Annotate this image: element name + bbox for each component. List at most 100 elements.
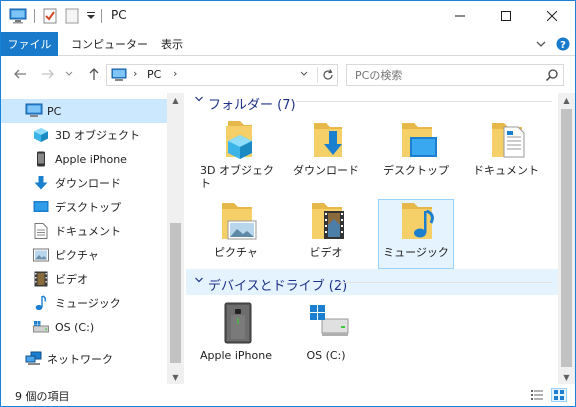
download-icon — [32, 174, 50, 192]
scroll-up-arrow-icon[interactable]: ▲ — [167, 93, 184, 107]
scroll-down-arrow-icon[interactable]: ▼ — [167, 370, 184, 384]
nav-item-pc[interactable]: PC — [1, 99, 168, 123]
folder-videos[interactable]: ビデオ — [288, 199, 364, 269]
status-bar: 9 個の項目 — [1, 384, 575, 406]
folders-group-header[interactable]: フォルダー (7) — [186, 88, 558, 114]
back-arrow-icon[interactable] — [11, 65, 29, 83]
title-separator-2 — [101, 9, 102, 23]
svg-text:?: ? — [560, 40, 566, 51]
address-separator-chevron-icon[interactable]: › — [133, 67, 137, 80]
nav-item-documents[interactable]: ドキュメント — [1, 219, 168, 243]
ribbon-tabs: ファイル コンピューター 表示 ? — [1, 32, 575, 56]
content-scrollbar[interactable]: ▲ ▼ — [558, 93, 575, 384]
scroll-down-arrow-icon[interactable]: ▼ — [558, 370, 575, 384]
nav-item-music[interactable]: ミュージック — [1, 291, 168, 315]
3d-objects-folder-icon — [218, 117, 258, 161]
tab-view[interactable]: 表示 — [161, 32, 183, 56]
devices-group-title: デバイスとドライブ (2) — [208, 279, 348, 294]
folder-music[interactable]: ミュージック — [378, 199, 454, 269]
folder-3d-objects[interactable]: 3D オブジェクト — [198, 117, 274, 190]
nav-item-videos[interactable]: ビデオ — [1, 267, 168, 291]
tab-file[interactable]: ファイル — [1, 32, 58, 56]
customize-toolbar-dropdown-icon[interactable] — [85, 7, 97, 25]
pictures-folder-icon — [218, 199, 258, 243]
up-arrow-icon[interactable] — [85, 65, 103, 83]
large-icons-view-icon[interactable] — [551, 388, 567, 402]
scrollbar-thumb[interactable] — [170, 223, 181, 363]
nav-item-label: ネットワーク — [47, 353, 113, 366]
address-dropdown-icon[interactable] — [299, 69, 309, 82]
group-divider — [338, 282, 552, 283]
title-bar: PC — [1, 1, 575, 32]
item-count-text: 9 個の項目 — [15, 390, 70, 403]
nav-item-label: OS (C:) — [55, 320, 95, 334]
pictures-icon — [32, 246, 50, 264]
navigation-pane-scrollbar[interactable]: ▲ ▼ — [167, 93, 184, 384]
search-box[interactable] — [346, 64, 564, 86]
folder-pictures[interactable]: ピクチャ — [198, 199, 274, 269]
folders-group-title: フォルダー (7) — [208, 98, 296, 113]
device-apple-iphone[interactable]: Apple iPhone — [198, 301, 274, 371]
folder-label: ミュージック — [383, 246, 449, 259]
documents-icon — [32, 222, 50, 240]
drive-icon — [32, 318, 50, 336]
search-input[interactable] — [355, 68, 535, 82]
nav-item-pictures[interactable]: ピクチャ — [1, 243, 168, 267]
collapse-group-chevron-icon[interactable] — [194, 275, 204, 288]
collapse-group-chevron-icon[interactable] — [194, 94, 204, 107]
nav-item-label: Apple iPhone — [55, 152, 127, 166]
title-separator — [34, 9, 35, 23]
folder-label: ダウンロード — [293, 164, 359, 177]
nav-item-label: PC — [47, 104, 62, 118]
nav-item-label: 3D オブジェクト — [55, 129, 140, 142]
nav-item-os-drive[interactable]: OS (C:) — [1, 315, 168, 339]
nav-item-3d-objects[interactable]: 3D オブジェクト — [1, 123, 168, 147]
window-title: PC — [111, 8, 127, 22]
new-folder-icon[interactable] — [64, 7, 80, 25]
nav-item-desktop[interactable]: デスクトップ — [1, 195, 168, 219]
videos-icon — [32, 270, 50, 288]
devices-group-header[interactable]: デバイスとドライブ (2) — [186, 269, 558, 295]
folder-downloads[interactable]: ダウンロード — [288, 117, 364, 187]
nav-item-label: ミュージック — [55, 297, 121, 310]
refresh-icon[interactable] — [317, 67, 337, 83]
nav-item-network[interactable]: ネットワーク — [1, 347, 168, 371]
scroll-up-arrow-icon[interactable]: ▲ — [558, 93, 575, 107]
expand-ribbon-icon[interactable] — [533, 36, 549, 52]
pc-icon — [25, 102, 43, 120]
music-icon — [32, 294, 50, 312]
address-chevron-icon[interactable]: › — [173, 67, 177, 80]
help-icon[interactable]: ? — [555, 36, 571, 52]
folder-label: ピクチャ — [214, 246, 258, 259]
breadcrumb-pc[interactable]: PC — [147, 68, 161, 81]
maximize-button[interactable] — [483, 1, 529, 31]
minimize-button[interactable] — [437, 1, 483, 31]
desktop-folder-icon — [398, 117, 438, 161]
device-label: Apple iPhone — [200, 349, 272, 362]
nav-item-downloads[interactable]: ダウンロード — [1, 171, 168, 195]
nav-item-label: ビデオ — [55, 273, 88, 286]
desktop-icon — [32, 198, 50, 216]
pc-window-icon[interactable] — [9, 7, 27, 25]
nav-item-label: ドキュメント — [55, 225, 121, 238]
nav-item-label: ダウンロード — [55, 177, 121, 190]
folder-desktop[interactable]: デスクトップ — [378, 117, 454, 187]
search-icon[interactable] — [545, 68, 559, 85]
pc-address-icon — [111, 67, 127, 86]
properties-icon[interactable] — [41, 7, 59, 25]
details-view-icon[interactable] — [529, 388, 545, 402]
address-bar[interactable]: › PC › — [106, 64, 338, 86]
folder-documents[interactable]: ドキュメント — [468, 117, 544, 187]
explorer-window: PC ファイル コンピューター 表示 ? › PC › PCの検索 PC 3D … — [0, 0, 576, 407]
folder-label: ビデオ — [309, 246, 343, 259]
device-os-drive[interactable]: OS (C:) — [288, 301, 364, 371]
recent-locations-chevron-icon[interactable] — [63, 65, 75, 83]
nav-item-apple-iphone[interactable]: Apple iPhone — [1, 147, 168, 171]
close-button[interactable] — [529, 1, 575, 31]
documents-folder-icon — [488, 117, 528, 161]
scrollbar-thumb[interactable] — [561, 109, 572, 367]
tab-computer[interactable]: コンピューター — [71, 32, 148, 56]
folder-label: デスクトップ — [383, 164, 449, 177]
videos-folder-icon — [308, 199, 348, 243]
forward-arrow-icon[interactable] — [39, 65, 57, 83]
